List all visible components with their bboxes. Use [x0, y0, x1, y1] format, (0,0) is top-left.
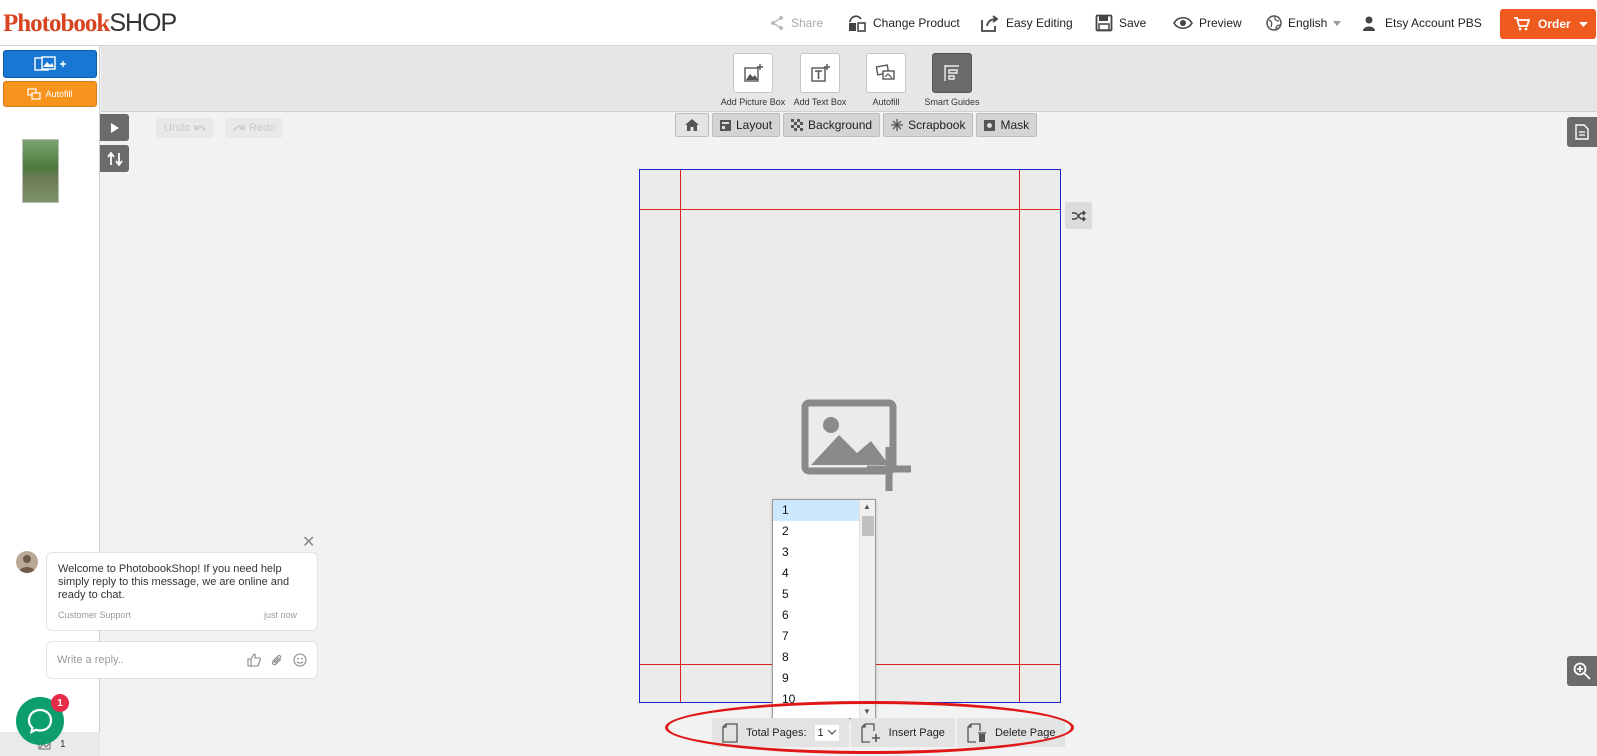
home-icon	[685, 119, 699, 131]
eye-icon	[1173, 16, 1193, 30]
share-button[interactable]: Share	[769, 0, 823, 46]
order-button[interactable]: Order	[1500, 9, 1596, 39]
preview-button[interactable]: Preview	[1173, 0, 1242, 46]
dropdown-option[interactable]: 8	[773, 647, 861, 668]
easy-editing-button[interactable]: Easy Editing	[980, 0, 1073, 46]
guide-line	[1019, 170, 1020, 702]
dropdown-option[interactable]: 2	[773, 521, 861, 542]
language-select[interactable]: English	[1266, 0, 1342, 46]
zoom-in-icon	[1573, 662, 1591, 680]
chat-icon	[27, 708, 53, 734]
shuffle-icon	[1071, 209, 1086, 222]
add-photos-icon	[34, 56, 66, 71]
checker-icon	[791, 119, 804, 131]
chat-message: Welcome to PhotobookShop! If you need he…	[46, 552, 318, 631]
dropdown-option[interactable]: 7	[773, 626, 861, 647]
sort-button[interactable]	[100, 145, 129, 172]
thumbs-up-icon[interactable]	[247, 653, 261, 667]
share-icon	[771, 16, 783, 30]
export-icon	[981, 15, 999, 32]
notes-panel-button[interactable]	[1567, 117, 1597, 147]
layout-icon	[720, 119, 731, 131]
emoji-icon[interactable]	[293, 653, 307, 667]
tab-layout[interactable]: Layout	[712, 113, 781, 137]
tab-mask[interactable]: Mask	[976, 113, 1038, 137]
dropdown-option[interactable]: 6	[773, 605, 861, 626]
user-icon	[1363, 16, 1375, 31]
add-text-box-tool[interactable]: Add Text Box	[784, 53, 856, 107]
mask-icon	[984, 119, 996, 131]
document-icon	[1575, 124, 1589, 140]
brand-logo[interactable]: PhotobookSHOP	[3, 8, 177, 39]
annotation-highlight	[665, 701, 1074, 754]
account-menu[interactable]: Etsy Account PBS	[1363, 0, 1482, 46]
add-text-icon	[811, 64, 830, 82]
save-icon	[1095, 14, 1113, 32]
avatar	[16, 551, 38, 573]
play-icon	[110, 122, 119, 133]
notification-badge: 1	[51, 694, 69, 712]
chat-reply-input[interactable]: Write a reply..	[46, 641, 318, 679]
add-picture-placeholder-icon[interactable]	[801, 399, 911, 494]
shuffle-button[interactable]	[1065, 202, 1092, 229]
redo-icon	[233, 125, 245, 132]
editor-tabs: Layout Background Scrapbook Mask	[675, 113, 1038, 137]
scroll-up-icon[interactable]: ▲	[863, 502, 871, 511]
attachment-icon[interactable]	[270, 653, 284, 667]
change-product-icon	[849, 15, 866, 32]
autofill-button[interactable]: Autofill	[3, 81, 97, 107]
autofill-icon	[27, 88, 42, 100]
close-icon[interactable]: ✕	[302, 532, 315, 552]
sort-icon	[106, 151, 123, 166]
dropdown-scrollbar[interactable]: ▲ ▼	[859, 500, 875, 718]
dropdown-option[interactable]: 1	[773, 500, 861, 521]
chevron-down-icon	[1333, 20, 1342, 26]
cart-icon	[1514, 17, 1530, 31]
dropdown-option[interactable]: 3	[773, 542, 861, 563]
guide-line	[680, 170, 681, 702]
scrollbar-thumb[interactable]	[862, 516, 874, 536]
redo-button[interactable]: Redo	[225, 118, 284, 138]
chevron-down-icon	[1578, 21, 1588, 27]
dropdown-option[interactable]: 4	[773, 563, 861, 584]
globe-icon	[1266, 15, 1282, 31]
expand-sidebar-button[interactable]	[100, 114, 129, 141]
undo-icon	[194, 125, 206, 132]
change-product-button[interactable]: Change Product	[847, 0, 960, 46]
smart-guides-tool[interactable]: Smart Guides	[916, 53, 988, 107]
add-photos-button[interactable]	[3, 50, 97, 78]
top-bar: PhotobookSHOP Share Change Product Easy …	[0, 0, 1597, 46]
tool-deck: Add Picture Box Add Text Box Autofill Sm…	[101, 46, 1597, 112]
tab-home[interactable]	[675, 113, 709, 137]
zoom-button[interactable]	[1567, 656, 1597, 686]
autofill-tool[interactable]: Autofill	[850, 53, 922, 107]
autofill-icon	[875, 64, 895, 80]
add-picture-box-tool[interactable]: Add Picture Box	[717, 53, 789, 107]
tab-scrapbook[interactable]: Scrapbook	[883, 113, 974, 137]
dropdown-option[interactable]: 9	[773, 668, 861, 689]
tab-background[interactable]: Background	[783, 113, 881, 137]
smart-guides-icon	[944, 65, 959, 81]
dropdown-option[interactable]: 5	[773, 584, 861, 605]
photo-thumbnail[interactable]	[22, 139, 59, 203]
page-dropdown-list[interactable]: 1 2 3 4 5 6 7 8 9 10 ▲ ▼	[772, 499, 876, 719]
sparkle-icon	[891, 119, 904, 131]
undo-button[interactable]: Undo	[156, 118, 215, 138]
save-button[interactable]: Save	[1095, 0, 1146, 46]
guide-line	[640, 209, 1060, 210]
add-picture-icon	[744, 64, 763, 82]
